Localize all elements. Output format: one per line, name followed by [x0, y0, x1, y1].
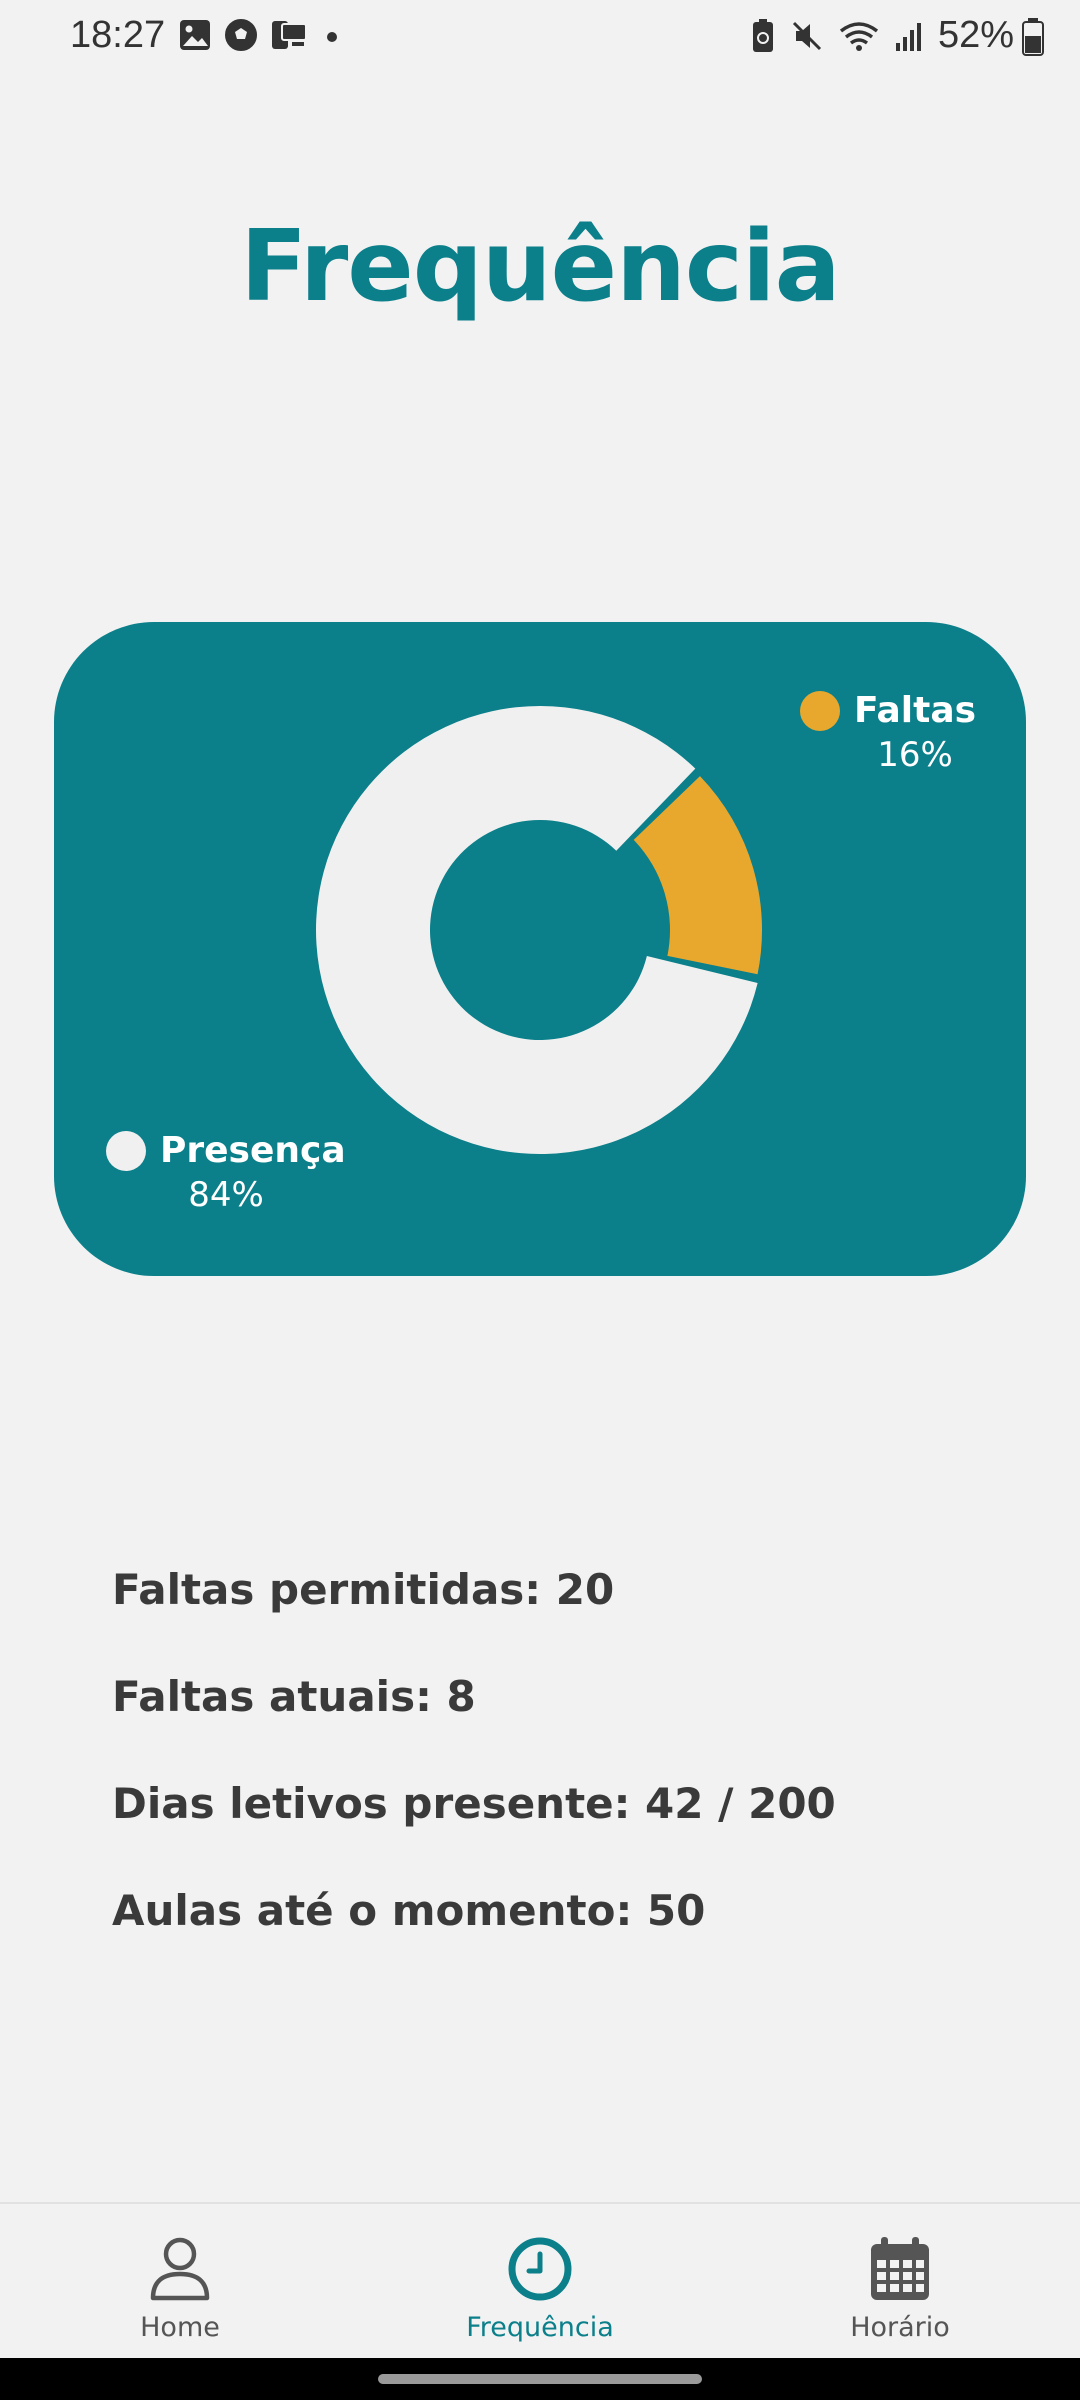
clock-icon	[508, 2237, 572, 2301]
wifi-icon	[839, 22, 879, 51]
battery-saver-icon	[753, 19, 773, 52]
legend-faltas-label: Faltas	[854, 690, 977, 731]
bottom-navigation: Home Frequência Horário	[0, 2202, 1080, 2360]
nav-item-home[interactable]: Home	[60, 2234, 300, 2343]
battery-icon	[1022, 18, 1044, 56]
notification-dot-icon	[327, 32, 337, 42]
legend-faltas-percent: 16%	[877, 735, 953, 775]
status-right-icons	[750, 18, 924, 54]
legend-presenca: Presença 84%	[106, 1130, 366, 1215]
app-screen: 18:27 52% Frequência Faltas 16% Presença…	[0, 0, 1080, 2400]
gesture-handle[interactable]	[378, 2374, 702, 2384]
legend-presenca-percent: 84%	[188, 1175, 264, 1215]
status-bar: 18:27 52%	[0, 0, 1080, 80]
image-icon	[180, 20, 210, 50]
legend-presenca-label: Presença	[160, 1130, 346, 1171]
nav-item-horario[interactable]: Horário	[780, 2234, 1020, 2343]
person-icon	[150, 2237, 210, 2301]
stat-aulas-ate-momento: Aulas até o momento: 50	[112, 1886, 706, 1935]
stat-faltas-permitidas: Faltas permitidas: 20	[112, 1565, 615, 1614]
nav-label-frequencia: Frequência	[466, 2312, 614, 2343]
system-gesture-area	[0, 2358, 1080, 2400]
status-left-icons	[178, 18, 342, 52]
legend-faltas-dot	[800, 690, 840, 731]
device-transfer-icon	[272, 21, 307, 49]
legend-presenca-dot	[106, 1130, 146, 1171]
nav-item-frequencia[interactable]: Frequência	[420, 2234, 660, 2343]
soccer-ball-icon	[225, 19, 257, 51]
battery-percent: 52%	[937, 14, 1014, 56]
stat-dias-letivos: Dias letivos presente: 42 / 200	[112, 1779, 836, 1828]
stat-faltas-atuais: Faltas atuais: 8	[112, 1672, 476, 1721]
legend-faltas: Faltas 16%	[800, 690, 1040, 775]
status-time: 18:27	[70, 14, 166, 56]
attendance-stats: Faltas permitidas: 20 Faltas atuais: 8 D…	[112, 1558, 836, 1986]
calendar-icon	[871, 2237, 929, 2300]
nav-label-horario: Horário	[850, 2312, 950, 2343]
mute-icon	[792, 21, 822, 51]
signal-icon	[896, 23, 921, 51]
nav-label-home: Home	[140, 2312, 220, 2343]
page-title: Frequência	[240, 210, 840, 324]
frequency-chart-card: Faltas 16% Presença 84%	[54, 622, 1026, 1276]
